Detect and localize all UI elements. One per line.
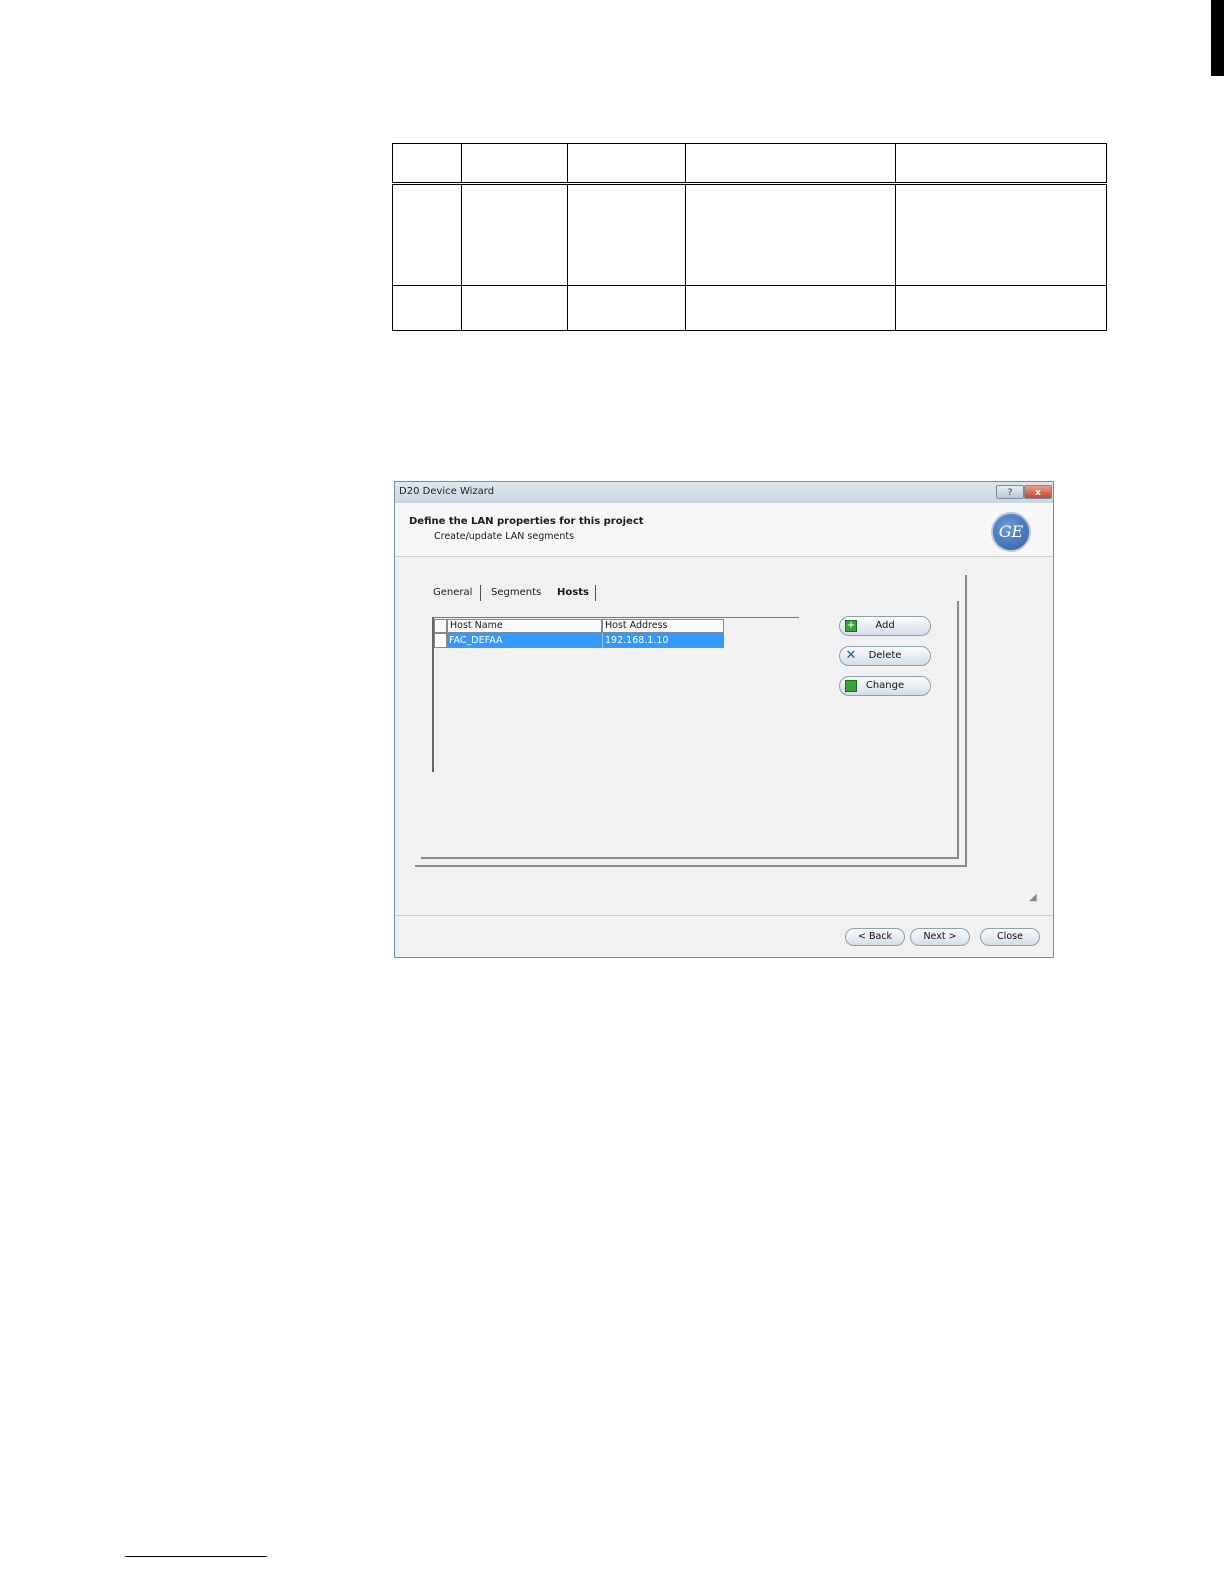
close-window-button[interactable]: x bbox=[1024, 485, 1052, 499]
wizard-header: Define the LAN properties for this proje… bbox=[395, 503, 1053, 557]
table-cell bbox=[392, 285, 462, 331]
tab-segments[interactable]: Segments bbox=[491, 587, 541, 598]
delete-button-label: Delete bbox=[868, 650, 902, 661]
tab-hosts[interactable]: Hosts bbox=[557, 587, 589, 598]
wizard-step-title: Define the LAN properties for this proje… bbox=[409, 516, 644, 527]
table-cell bbox=[685, 182, 896, 287]
change-icon bbox=[845, 680, 857, 692]
table-cell bbox=[895, 182, 1107, 287]
device-wizard-dialog: D20 Device Wizard ? x Define the LAN pro… bbox=[394, 481, 1054, 958]
window-title: D20 Device Wizard bbox=[399, 486, 495, 497]
tab-general[interactable]: General bbox=[433, 587, 472, 598]
back-button[interactable]: < Back bbox=[845, 928, 905, 946]
table-cell bbox=[895, 285, 1107, 331]
table-cell bbox=[461, 182, 568, 287]
table-cell bbox=[567, 285, 686, 331]
title-bar: D20 Device Wizard ? x bbox=[395, 482, 1053, 504]
table-cell bbox=[461, 285, 568, 331]
table-cell bbox=[567, 182, 686, 287]
help-button[interactable]: ? bbox=[996, 485, 1024, 499]
row-selector[interactable] bbox=[434, 633, 447, 648]
add-button-label: Add bbox=[875, 620, 895, 631]
table-header-cell bbox=[392, 143, 462, 185]
tab-separator bbox=[595, 585, 596, 601]
ge-logo: GE bbox=[991, 512, 1031, 552]
footnote-rule bbox=[125, 1556, 267, 1557]
delete-button[interactable]: ✕ Delete bbox=[839, 646, 931, 666]
content-frame-bottom-inner bbox=[421, 857, 959, 859]
table-row bbox=[392, 182, 1107, 287]
change-button[interactable]: Change bbox=[839, 676, 931, 696]
table-header-row bbox=[392, 143, 1107, 185]
add-icon: + bbox=[845, 620, 857, 632]
resize-grip-icon[interactable]: ◢ bbox=[1029, 892, 1037, 903]
table-row bbox=[392, 285, 1107, 331]
row-selector-header bbox=[434, 619, 447, 633]
table-header-cell bbox=[461, 143, 568, 185]
content-frame bbox=[965, 575, 967, 865]
host-address-cell[interactable]: 192.168.1.10 bbox=[602, 633, 724, 648]
table-header-cell bbox=[685, 143, 896, 185]
host-name-cell[interactable]: FAC_DEFAA bbox=[447, 633, 602, 648]
close-button[interactable]: Close bbox=[980, 928, 1040, 946]
page-edge-tab bbox=[1211, 0, 1224, 76]
tab-separator bbox=[480, 585, 481, 601]
wizard-step-subtitle: Create/update LAN segments bbox=[434, 531, 575, 542]
table-header-cell bbox=[895, 143, 1107, 185]
table-header-cell bbox=[567, 143, 686, 185]
change-button-label: Change bbox=[865, 680, 905, 691]
table-cell bbox=[685, 285, 896, 331]
column-header-host-name[interactable]: Host Name bbox=[447, 619, 602, 633]
content-frame-bottom bbox=[415, 865, 967, 867]
column-header-host-address[interactable]: Host Address bbox=[602, 619, 724, 633]
footer-divider bbox=[395, 915, 1053, 916]
content-frame-inner bbox=[957, 601, 959, 859]
document-table bbox=[392, 143, 1107, 331]
next-button[interactable]: Next > bbox=[910, 928, 970, 946]
add-button[interactable]: + Add bbox=[839, 616, 931, 636]
delete-x-icon: ✕ bbox=[845, 648, 857, 663]
grid-border bbox=[432, 617, 799, 618]
table-cell bbox=[392, 182, 462, 287]
